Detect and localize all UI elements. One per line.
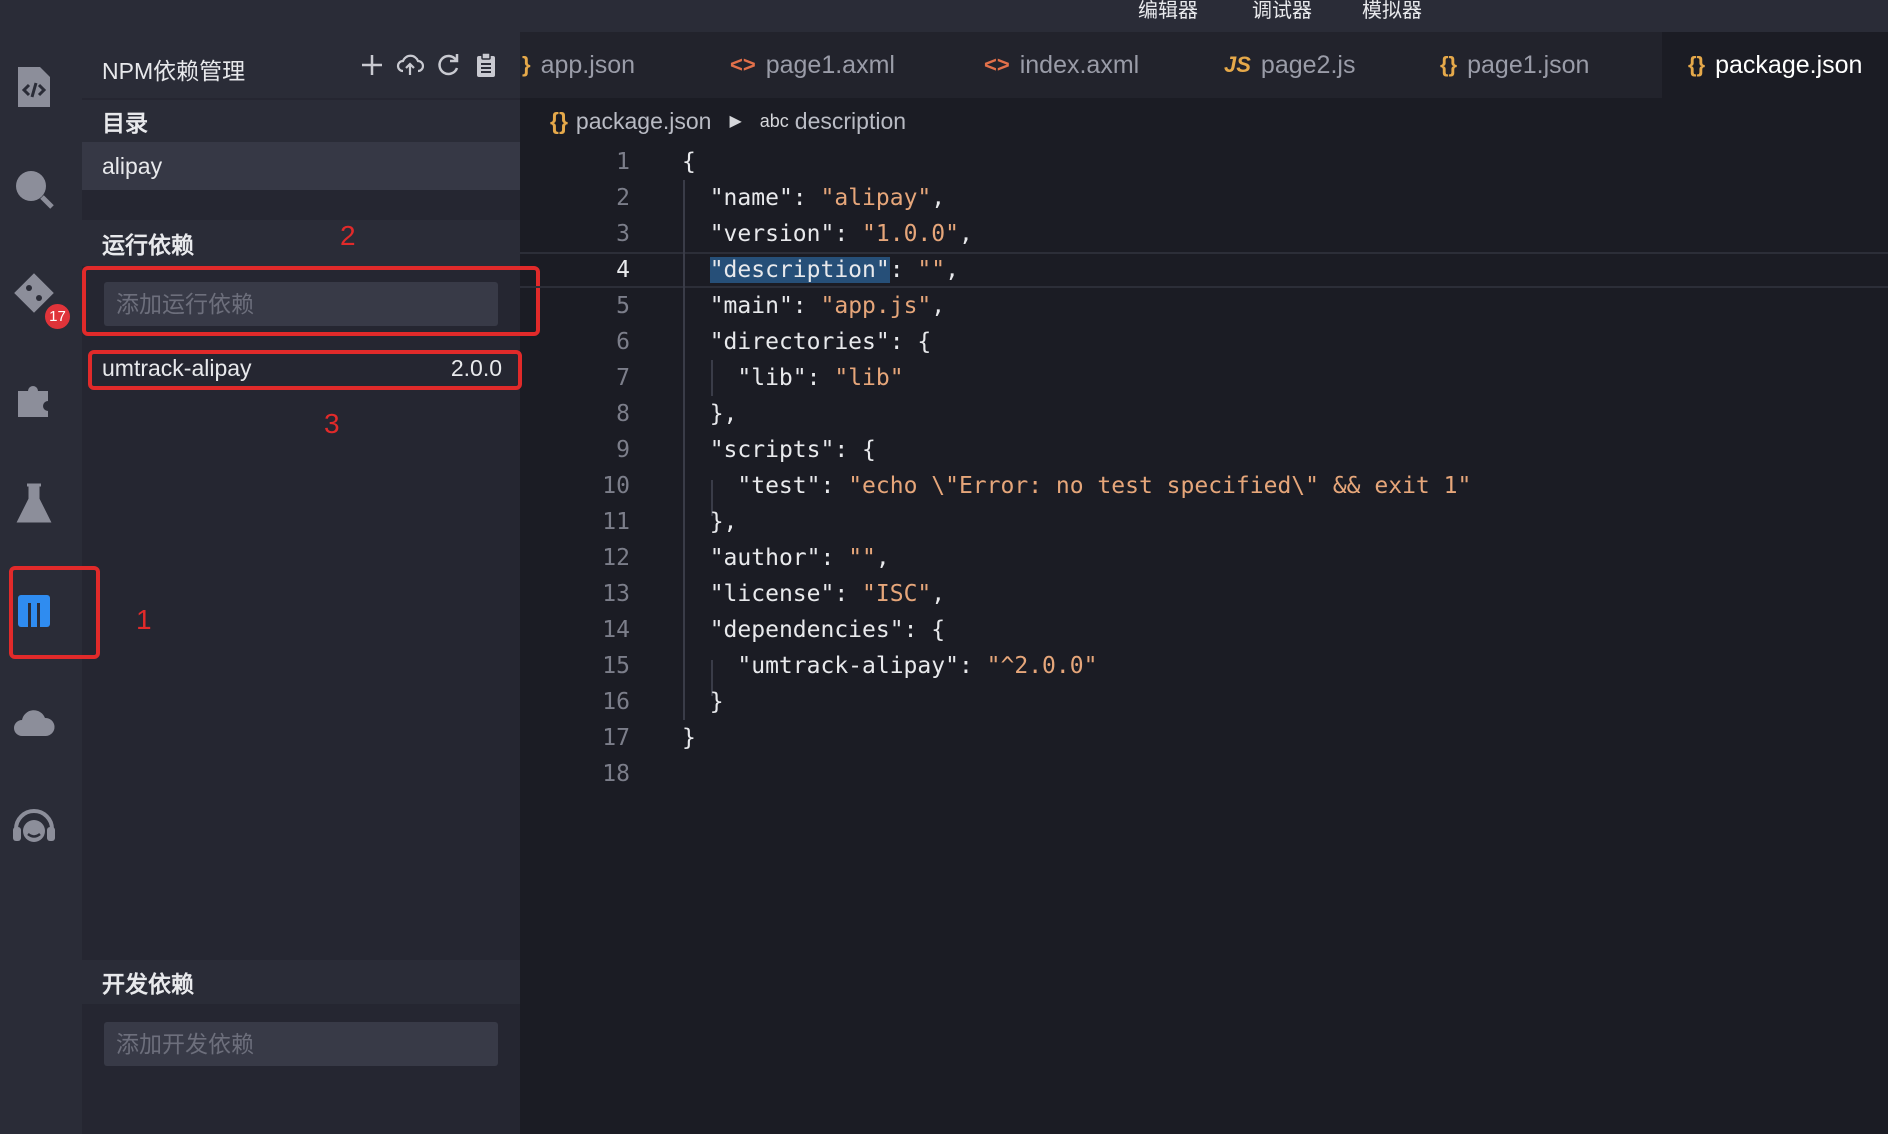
code-line: 2 "name": "alipay", (616, 185, 946, 211)
panel-title: NPM依赖管理 (102, 58, 246, 84)
code-line: 9 "scripts": { (616, 437, 876, 463)
clipboard-icon[interactable] (472, 51, 500, 79)
annotation-label-3: 3 (324, 408, 340, 439)
code-line: 15 "umtrack-alipay": "^2.0.0" (602, 653, 1098, 679)
annotation-box-1 (9, 566, 100, 659)
flask-icon[interactable] (9, 478, 59, 528)
tab-label: index.axml (1019, 50, 1140, 79)
json-icon: {} (550, 107, 568, 134)
code-line: 4 "description": "", (616, 257, 959, 283)
annotation-label-2: 2 (340, 220, 356, 251)
js-icon: JS (1224, 52, 1251, 77)
code-line: 6 "directories": { (616, 329, 932, 355)
code-line: 12 "author": "", (602, 545, 890, 571)
tab-page2-js[interactable]: JS page2.js (1224, 32, 1355, 98)
code-line: 11 }, (602, 509, 738, 535)
tab-package-json[interactable]: {} package.json (1662, 32, 1888, 98)
code-editor[interactable]: 1{ 2 "name": "alipay", 3 "version": "1.0… (520, 144, 1888, 1134)
top-tab-editor[interactable]: 编辑器 (1138, 0, 1198, 23)
add-icon[interactable] (358, 51, 386, 79)
directory-header: 目录 (82, 100, 520, 142)
code-line: 8 }, (616, 401, 738, 427)
dev-dep-input[interactable] (104, 1022, 498, 1066)
code-line: 14 "dependencies": { (602, 617, 946, 643)
plugin-icon[interactable] (9, 374, 59, 424)
support-icon[interactable] (9, 802, 59, 852)
annotation-label-1: 1 (136, 604, 152, 635)
annotation-box-2 (82, 266, 540, 336)
cloud-upload-icon[interactable] (396, 51, 424, 79)
code-icon[interactable] (9, 62, 59, 112)
code-line: 1{ (616, 149, 696, 175)
json-icon: {} (1440, 52, 1458, 77)
code-line: 18 (602, 761, 630, 787)
code-line: 5 "main": "app.js", (616, 293, 946, 319)
tab-page1-json[interactable]: {} page1.json (1440, 32, 1589, 98)
runtime-deps-header: 运行依赖 (82, 220, 520, 266)
cloud-icon[interactable] (9, 698, 59, 748)
xml-icon: <> (984, 52, 1010, 77)
search-icon[interactable] (9, 164, 59, 214)
editor-tabs: } app.json <> page1.axml <> index.axml J… (520, 32, 1888, 98)
panel-header: NPM依赖管理 (82, 32, 520, 98)
xml-icon: <> (730, 52, 756, 77)
top-tab-simulator[interactable]: 模拟器 (1362, 0, 1422, 23)
refresh-icon[interactable] (434, 51, 462, 79)
tab-label: page1.axml (765, 50, 895, 79)
tab-label: page1.json (1467, 50, 1590, 79)
git-icon[interactable]: 17 (9, 268, 72, 331)
directory-item[interactable]: alipay (82, 142, 520, 190)
tab-label: page2.js (1260, 50, 1356, 79)
code-line: 7 "lib": "lib" (616, 365, 904, 391)
top-bar: 编辑器 调试器 模拟器 (0, 0, 1888, 32)
tab-page1-axml[interactable]: <> page1.axml (730, 32, 895, 98)
code-line: 16 } (602, 689, 724, 715)
json-icon: } (522, 52, 531, 77)
tab-label: app.json (540, 50, 636, 79)
breadcrumb-file[interactable]: package.json (576, 108, 712, 135)
breadcrumb-symbol[interactable]: description (795, 108, 906, 135)
dev-deps-header: 开发依赖 (82, 960, 520, 1004)
breadcrumb: {} package.json ▶ abc description (550, 104, 906, 138)
annotation-box-3 (88, 350, 522, 390)
code-line: 10 "test": "echo \"Error: no test specif… (602, 473, 1472, 499)
code-line: 3 "version": "1.0.0", (616, 221, 973, 247)
chevron-right-icon: ▶ (729, 113, 742, 130)
npm-panel: NPM依赖管理 目录 alipay 运行依赖 umtrack-alipay 2.… (82, 32, 520, 1134)
code-line: 13 "license": "ISC", (602, 581, 946, 607)
tab-label: package.json (1715, 50, 1863, 79)
string-symbol-icon: abc (759, 110, 789, 131)
code-line: 17} (602, 725, 696, 751)
json-icon: {} (1688, 52, 1706, 77)
tab-index-axml[interactable]: <> index.axml (984, 32, 1139, 98)
top-tab-debugger[interactable]: 调试器 (1252, 0, 1312, 23)
tab-app-json[interactable]: } app.json (520, 32, 635, 98)
git-badge: 17 (43, 302, 72, 331)
